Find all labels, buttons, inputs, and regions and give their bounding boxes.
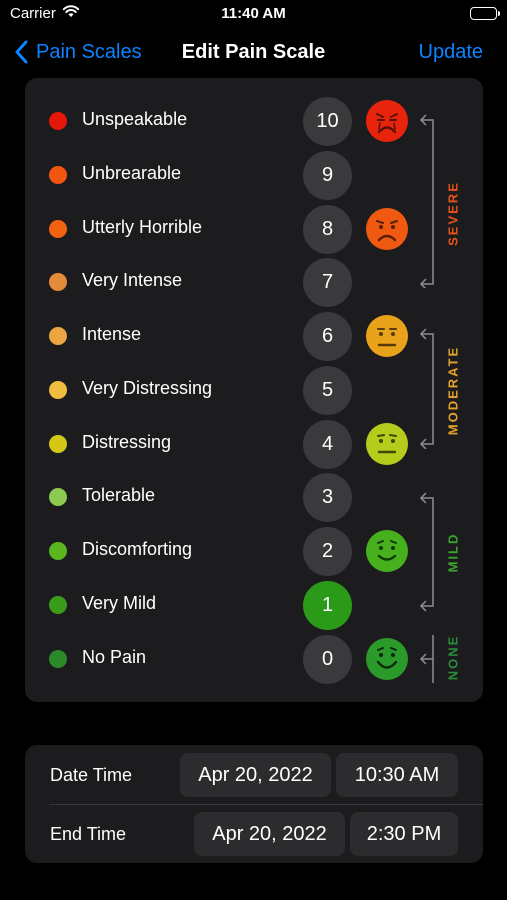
level-number-button[interactable]: 8 bbox=[303, 205, 352, 254]
mild-bracket bbox=[419, 492, 434, 612]
level-label: Tolerable bbox=[82, 485, 156, 505]
level-number-button[interactable]: 10 bbox=[303, 97, 352, 146]
status-bar: Carrier 11:40 AM bbox=[0, 0, 507, 30]
battery-icon bbox=[470, 7, 500, 20]
level-number-button[interactable]: 2 bbox=[303, 527, 352, 576]
level-label: Very Intense bbox=[82, 270, 183, 290]
navigation-bar: Pain Scales Edit Pain Scale Update bbox=[0, 28, 507, 78]
color-dot bbox=[49, 273, 67, 291]
color-dot bbox=[49, 220, 67, 238]
level-number-button[interactable]: 1 bbox=[303, 581, 352, 630]
category-label-none: NONE bbox=[445, 634, 461, 681]
category-label-severe: SEVERE bbox=[445, 181, 461, 246]
pain-scale-card: Unspeakable 10 Unbrearable 9 Utterly Hor… bbox=[25, 78, 483, 702]
time-card: Date Time Apr 20, 2022 10:30 AM End Time… bbox=[25, 745, 483, 863]
end-time-picker[interactable]: 2:30 PM bbox=[350, 812, 458, 856]
update-button[interactable]: Update bbox=[419, 41, 484, 64]
level-label: Utterly Horrible bbox=[82, 217, 203, 237]
start-time-row: Date Time Apr 20, 2022 10:30 AM bbox=[25, 745, 483, 804]
neutral-face-icon bbox=[366, 423, 408, 465]
color-dot bbox=[49, 166, 67, 184]
level-label: Very Distressing bbox=[82, 378, 213, 398]
neutral-frown-face-icon bbox=[366, 315, 408, 357]
level-label: No Pain bbox=[82, 647, 147, 667]
end-time-label: End Time bbox=[50, 824, 127, 844]
level-label: Very Mild bbox=[82, 593, 157, 613]
level-number-button[interactable]: 7 bbox=[303, 258, 352, 307]
color-dot bbox=[49, 596, 67, 614]
none-bracket bbox=[419, 635, 434, 683]
severe-bracket bbox=[419, 114, 434, 288]
end-time-row: End Time Apr 20, 2022 2:30 PM bbox=[25, 804, 483, 863]
level-number-button[interactable]: 5 bbox=[303, 366, 352, 415]
moderate-bracket bbox=[419, 328, 434, 449]
category-label-moderate: MODERATE bbox=[445, 345, 461, 436]
level-label: Discomforting bbox=[82, 539, 193, 559]
crying-face-icon bbox=[366, 100, 408, 142]
color-dot bbox=[49, 650, 67, 668]
start-time-label: Date Time bbox=[50, 765, 133, 785]
start-date-picker[interactable]: Apr 20, 2022 bbox=[180, 753, 331, 797]
level-number-button[interactable]: 0 bbox=[303, 635, 352, 684]
color-dot bbox=[49, 381, 67, 399]
color-dot bbox=[49, 488, 67, 506]
level-number-button[interactable]: 3 bbox=[303, 473, 352, 522]
level-number-button[interactable]: 9 bbox=[303, 151, 352, 200]
smile-face-icon bbox=[366, 530, 408, 572]
level-label: Unbrearable bbox=[82, 163, 182, 183]
level-number-button[interactable]: 4 bbox=[303, 420, 352, 469]
sad-face-icon bbox=[366, 208, 408, 250]
color-dot bbox=[49, 327, 67, 345]
category-label-mild: MILD bbox=[445, 532, 461, 573]
end-date-picker[interactable]: Apr 20, 2022 bbox=[194, 812, 345, 856]
level-number-button[interactable]: 6 bbox=[303, 312, 352, 361]
color-dot bbox=[49, 112, 67, 130]
big-smile-face-icon bbox=[366, 638, 408, 680]
color-dot bbox=[49, 542, 67, 560]
clock: 11:40 AM bbox=[221, 5, 286, 22]
start-time-picker[interactable]: 10:30 AM bbox=[336, 753, 458, 797]
level-label: Unspeakable bbox=[82, 109, 188, 129]
color-dot bbox=[49, 435, 67, 453]
level-label: Intense bbox=[82, 324, 142, 344]
level-label: Distressing bbox=[82, 432, 172, 452]
